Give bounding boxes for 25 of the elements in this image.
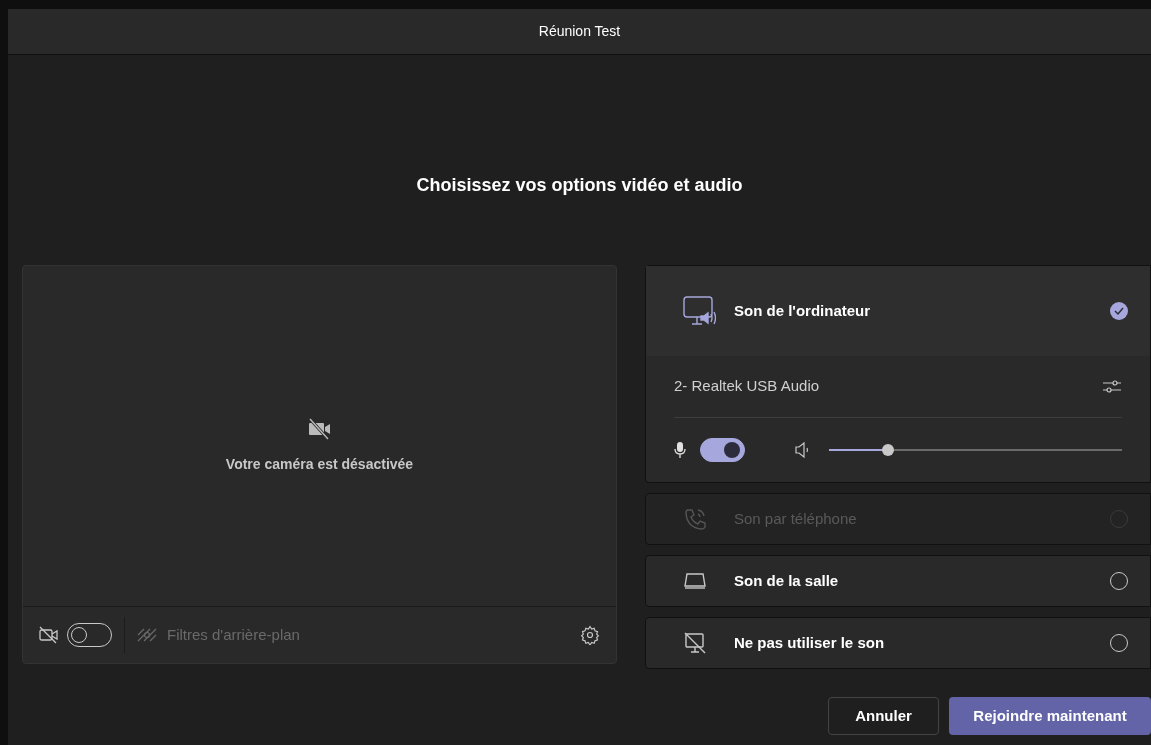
no-audio-icon — [682, 630, 708, 656]
audio-option-label: Son de la salle — [734, 570, 839, 591]
join-button[interactable]: Rejoindre maintenant — [949, 697, 1151, 735]
window-title: Réunion Test — [538, 22, 621, 41]
page-heading: Choisissez vos options vidéo et audio — [416, 173, 743, 197]
cancel-button[interactable]: Annuler — [828, 697, 939, 735]
monitor-speaker-icon — [682, 294, 716, 328]
audio-device-name[interactable]: 2- Realtek USB Audio — [674, 375, 820, 398]
audio-option-card[interactable]: Son de l'ordinateur 2- Realtek USB Audio — [645, 265, 1151, 483]
volume-slider[interactable] — [829, 444, 1122, 456]
speaker-icon — [795, 441, 811, 459]
microphone-toggle[interactable] — [700, 438, 745, 462]
device-settings-icon[interactable] — [1102, 378, 1122, 395]
audio-option-card[interactable]: Ne pas utiliser le son — [645, 617, 1151, 669]
camera-off-icon — [39, 626, 59, 644]
audio-option-label: Son de l'ordinateur — [734, 300, 871, 321]
background-effects-icon — [137, 627, 157, 643]
audio-option-card[interactable]: Son de la salle — [645, 555, 1151, 607]
microphone-icon — [674, 441, 686, 459]
camera-off-icon — [307, 417, 332, 440]
audio-option-label: Ne pas utiliser le son — [734, 632, 885, 653]
phone-icon — [682, 506, 708, 532]
camera-status-text: Votre caméra est désactivée — [225, 454, 414, 474]
settings-icon[interactable] — [580, 625, 600, 645]
selected-check-icon[interactable] — [1110, 302, 1128, 320]
